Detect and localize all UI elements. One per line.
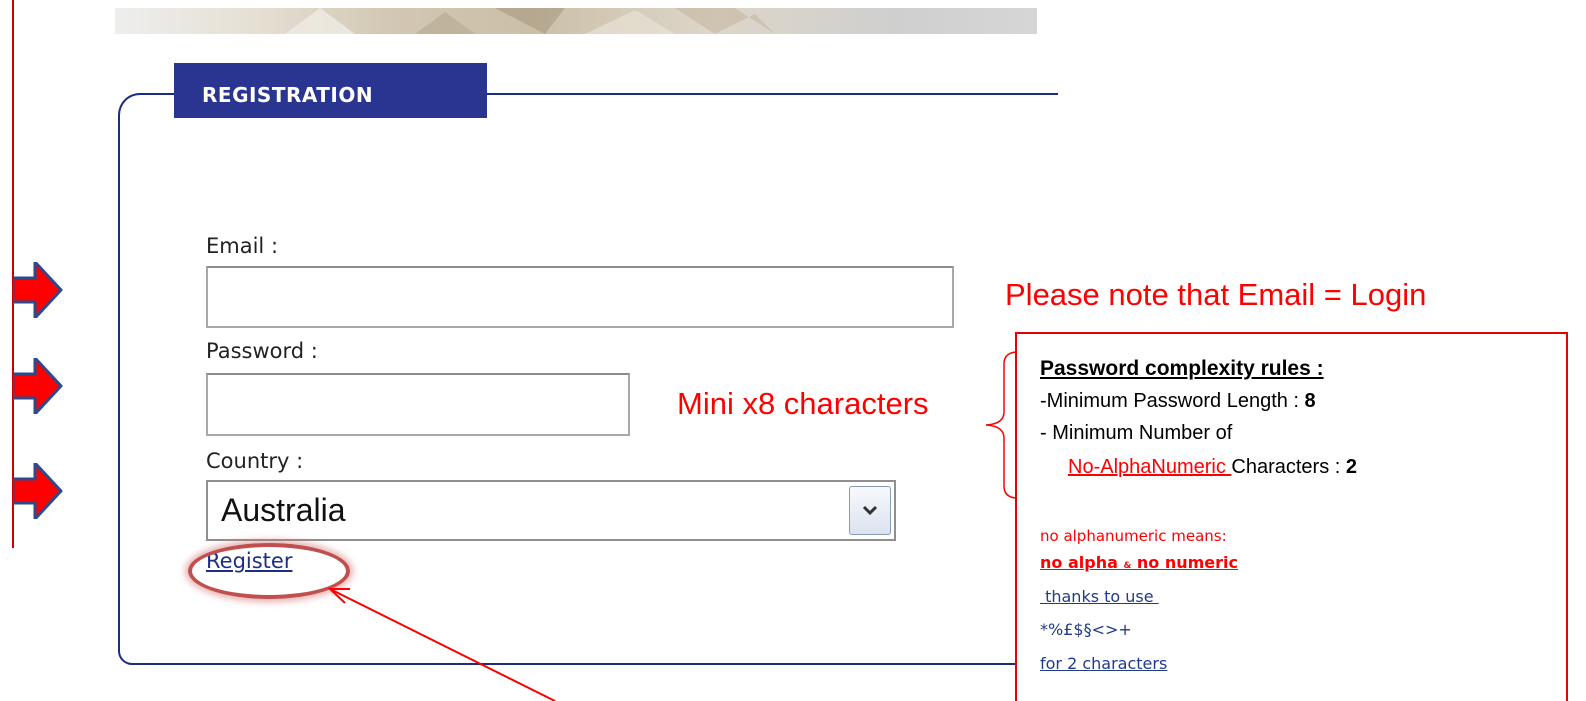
chevron-down-icon xyxy=(862,505,878,516)
country-label: Country : xyxy=(206,449,304,473)
brace-icon xyxy=(985,351,1019,499)
country-selected-value: Australia xyxy=(221,492,346,528)
country-select[interactable]: Australia xyxy=(206,480,896,541)
dropdown-button[interactable] xyxy=(849,486,891,535)
nonalpha-explain-symbols: *%£$§<>+ xyxy=(1040,620,1132,639)
password-length-note: Mini x8 characters xyxy=(677,386,929,421)
password-rules-box xyxy=(1015,332,1568,701)
email-login-note: Please note that Email = Login xyxy=(1005,277,1427,312)
arrow-right-icon xyxy=(13,262,63,318)
header-banner-image xyxy=(115,8,1037,34)
register-highlight-ellipse xyxy=(188,543,350,599)
registration-legend: REGISTRATION xyxy=(174,63,487,118)
arrow-right-icon xyxy=(13,358,63,414)
nonalpha-explain-heading: no alphanumeric means: xyxy=(1040,527,1227,545)
nonalpha-explain-usage: thanks to use xyxy=(1040,587,1159,606)
email-label: Email : xyxy=(206,234,279,258)
rule-nonalpha-count: No-AlphaNumeric Characters : 2 xyxy=(1068,456,1357,478)
password-rules-title: Password complexity rules : xyxy=(1040,357,1324,380)
rule-min-length: -Minimum Password Length : 8 xyxy=(1040,390,1316,412)
password-label: Password : xyxy=(206,339,318,363)
email-field[interactable] xyxy=(206,266,954,328)
nonalpha-explain-count: for 2 characters xyxy=(1040,654,1168,673)
password-field[interactable] xyxy=(206,373,630,436)
arrow-right-icon xyxy=(13,463,63,519)
rule-min-nonalpha: - Minimum Number of xyxy=(1040,422,1233,444)
nonalpha-explain-definition: no alpha & no numeric xyxy=(1040,553,1239,572)
